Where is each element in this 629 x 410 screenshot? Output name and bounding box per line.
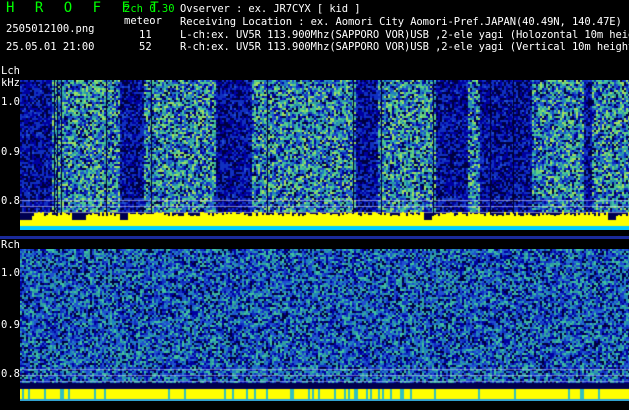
meteor-count-lch: 11 <box>139 29 152 41</box>
rch-label: Rch <box>1 239 20 251</box>
rch-ytick-0.9: 0.9 <box>1 319 20 331</box>
location-line: Receiving Location : ex. Aomori City Aom… <box>180 16 622 28</box>
lch-ytick-0.9: 0.9 <box>1 146 20 158</box>
lch-spectrogram <box>20 80 629 230</box>
filename-label: 2505012100.png <box>6 23 95 35</box>
rch-info-line: R-ch:ex. UV5R 113.900Mhz(SAPPORO VOR)USB… <box>180 41 629 53</box>
lch-ytick-0.8: 0.8 <box>1 195 20 207</box>
rch-ytick-1.0: 1.0 <box>1 267 20 279</box>
meteor-label: meteor <box>124 15 162 27</box>
rch-ytick-0.8: 0.8 <box>1 368 20 380</box>
lch-ytick-1.0: 1.0 <box>1 96 20 108</box>
mode-label: 2ch 0.30 <box>124 3 175 15</box>
lch-unit-label: kHz <box>1 77 20 89</box>
channel-separator <box>0 236 629 239</box>
datetime-label: 25.05.01 21:00 <box>6 41 95 53</box>
meteor-count-rch: 52 <box>139 41 152 53</box>
lch-label: Lch <box>1 65 20 77</box>
observer-line: Ovserver : ex. JR7CYX [ kid ] <box>180 3 361 15</box>
rch-spectrogram <box>20 249 629 401</box>
lch-info-line: L-ch:ex. UV5R 113.900Mhz(SAPPORO VOR)USB… <box>180 29 629 41</box>
